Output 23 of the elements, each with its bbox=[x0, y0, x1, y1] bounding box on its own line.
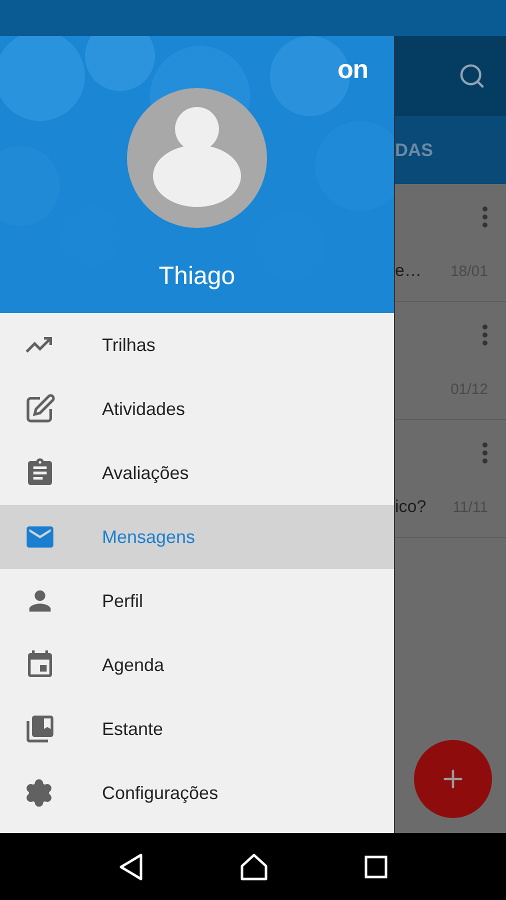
more-icon[interactable] bbox=[482, 206, 488, 228]
drawer-item[interactable]: Estante bbox=[0, 697, 394, 761]
drawer-item[interactable]: Configurações bbox=[0, 761, 394, 825]
drawer-item[interactable]: Trilhas bbox=[0, 313, 394, 377]
drawer-item[interactable]: Agenda bbox=[0, 633, 394, 697]
recents-icon[interactable] bbox=[364, 854, 388, 878]
drawer-item[interactable]: Avaliações bbox=[0, 441, 394, 505]
avatar-icon bbox=[127, 88, 267, 228]
tab-label: DAS bbox=[395, 138, 434, 162]
drawer-item[interactable]: Atividades bbox=[0, 377, 394, 441]
search-icon[interactable] bbox=[458, 62, 486, 90]
more-icon[interactable] bbox=[482, 442, 488, 464]
brand-logo: on bbox=[338, 56, 368, 82]
more-icon[interactable] bbox=[482, 324, 488, 346]
message-snippet: ico? bbox=[395, 496, 426, 518]
back-icon[interactable] bbox=[118, 852, 144, 880]
settings-icon bbox=[24, 778, 54, 808]
edit-icon bbox=[24, 393, 56, 425]
home-icon[interactable] bbox=[238, 852, 269, 880]
user-name: Thiago bbox=[158, 261, 236, 292]
drawer-item[interactable]: Perfil bbox=[0, 569, 394, 633]
message-snippet: e… bbox=[395, 260, 422, 282]
books-icon bbox=[24, 713, 56, 745]
